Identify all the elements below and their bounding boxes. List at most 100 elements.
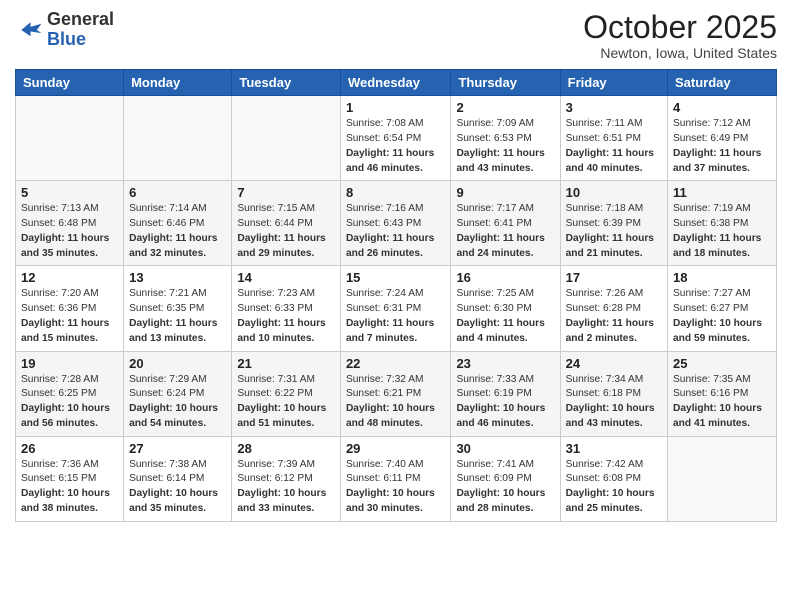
day-number: 31 bbox=[566, 441, 662, 456]
table-row: 21 Sunrise: 7:31 AMSunset: 6:22 PMDayligh… bbox=[232, 351, 341, 436]
table-row: 29 Sunrise: 7:40 AMSunset: 6:11 PMDayligh… bbox=[340, 436, 451, 521]
table-row: 14 Sunrise: 7:23 AMSunset: 6:33 PMDayligh… bbox=[232, 266, 341, 351]
table-row bbox=[16, 96, 124, 181]
cell-content: Sunrise: 7:18 AMSunset: 6:39 PMDaylight:… bbox=[566, 202, 662, 261]
day-number: 17 bbox=[566, 270, 662, 285]
day-number: 25 bbox=[673, 356, 771, 371]
logo: General Blue bbox=[15, 10, 114, 50]
cell-content: Sunrise: 7:36 AMSunset: 6:15 PMDaylight:… bbox=[21, 458, 118, 517]
day-number: 15 bbox=[346, 270, 446, 285]
cell-content: Sunrise: 7:40 AMSunset: 6:11 PMDaylight:… bbox=[346, 458, 446, 517]
table-row: 16Sunrise: 7:25 AMSunset: 6:30 PMDayligh… bbox=[451, 266, 560, 351]
day-number: 11 bbox=[673, 185, 771, 200]
table-row: 27 Sunrise: 7:38 AMSunset: 6:14 PMDayligh… bbox=[124, 436, 232, 521]
table-row bbox=[124, 96, 232, 181]
header-monday: Monday bbox=[124, 70, 232, 96]
cell-content: Sunrise: 7:19 AMSunset: 6:38 PMDaylight:… bbox=[673, 202, 771, 261]
day-number: 2 bbox=[456, 100, 554, 115]
day-number: 20 bbox=[129, 356, 226, 371]
table-row: 26 Sunrise: 7:36 AMSunset: 6:15 PMDayligh… bbox=[16, 436, 124, 521]
cell-content: Sunrise: 7:16 AMSunset: 6:43 PMDaylight:… bbox=[346, 202, 446, 261]
day-number: 3 bbox=[566, 100, 662, 115]
header-tuesday: Tuesday bbox=[232, 70, 341, 96]
table-row: 11 Sunrise: 7:19 AMSunset: 6:38 PMDayligh… bbox=[668, 181, 777, 266]
day-number: 7 bbox=[237, 185, 335, 200]
calendar-week-row: 19Sunrise: 7:28 AMSunset: 6:25 PMDayligh… bbox=[16, 351, 777, 436]
header-wednesday: Wednesday bbox=[340, 70, 451, 96]
table-row: 17Sunrise: 7:26 AMSunset: 6:28 PMDayligh… bbox=[560, 266, 667, 351]
table-row: 9Sunrise: 7:17 AMSunset: 6:41 PMDaylight… bbox=[451, 181, 560, 266]
cell-content: Sunrise: 7:09 AMSunset: 6:53 PMDaylight:… bbox=[456, 117, 554, 176]
logo-general-text: General bbox=[47, 9, 114, 29]
cell-content: Sunrise: 7:13 AMSunset: 6:48 PMDaylight:… bbox=[21, 202, 118, 261]
day-number: 16 bbox=[456, 270, 554, 285]
day-number: 24 bbox=[566, 356, 662, 371]
table-row: 7 Sunrise: 7:15 AMSunset: 6:44 PMDaylight… bbox=[232, 181, 341, 266]
header-sunday: Sunday bbox=[16, 70, 124, 96]
cell-content: Sunrise: 7:14 AMSunset: 6:46 PMDaylight:… bbox=[129, 202, 226, 261]
cell-content: Sunrise: 7:17 AMSunset: 6:41 PMDaylight:… bbox=[456, 202, 554, 261]
table-row: 30Sunrise: 7:41 AMSunset: 6:09 PMDayligh… bbox=[451, 436, 560, 521]
day-number: 10 bbox=[566, 185, 662, 200]
table-row: 10 Sunrise: 7:18 AMSunset: 6:39 PMDayligh… bbox=[560, 181, 667, 266]
header-thursday: Thursday bbox=[451, 70, 560, 96]
table-row: 23 Sunrise: 7:33 AMSunset: 6:19 PMDayligh… bbox=[451, 351, 560, 436]
location: Newton, Iowa, United States bbox=[583, 45, 777, 61]
day-number: 30 bbox=[456, 441, 554, 456]
calendar-week-row: 5 Sunrise: 7:13 AMSunset: 6:48 PMDaylight… bbox=[16, 181, 777, 266]
calendar-table: Sunday Monday Tuesday Wednesday Thursday… bbox=[15, 69, 777, 522]
cell-content: Sunrise: 7:38 AMSunset: 6:14 PMDaylight:… bbox=[129, 458, 226, 517]
cell-content: Sunrise: 7:20 AMSunset: 6:36 PMDaylight:… bbox=[21, 287, 118, 346]
cell-content: Sunrise: 7:28 AMSunset: 6:25 PMDaylight:… bbox=[21, 373, 118, 432]
table-row: 20 Sunrise: 7:29 AMSunset: 6:24 PMDayligh… bbox=[124, 351, 232, 436]
cell-content: Sunrise: 7:27 AMSunset: 6:27 PMDaylight:… bbox=[673, 287, 771, 346]
day-number: 29 bbox=[346, 441, 446, 456]
cell-content: Sunrise: 7:34 AMSunset: 6:18 PMDaylight:… bbox=[566, 373, 662, 432]
cell-content: Sunrise: 7:29 AMSunset: 6:24 PMDaylight:… bbox=[129, 373, 226, 432]
day-number: 23 bbox=[456, 356, 554, 371]
day-number: 12 bbox=[21, 270, 118, 285]
table-row: 1Sunrise: 7:08 AMSunset: 6:54 PMDaylight… bbox=[340, 96, 451, 181]
calendar-week-row: 26 Sunrise: 7:36 AMSunset: 6:15 PMDayligh… bbox=[16, 436, 777, 521]
day-number: 14 bbox=[237, 270, 335, 285]
table-row bbox=[232, 96, 341, 181]
weekday-header-row: Sunday Monday Tuesday Wednesday Thursday… bbox=[16, 70, 777, 96]
header: General Blue October 2025 Newton, Iowa, … bbox=[15, 10, 777, 61]
day-number: 28 bbox=[237, 441, 335, 456]
cell-content: Sunrise: 7:15 AMSunset: 6:44 PMDaylight:… bbox=[237, 202, 335, 261]
table-row: 25 Sunrise: 7:35 AMSunset: 6:16 PMDayligh… bbox=[668, 351, 777, 436]
day-number: 18 bbox=[673, 270, 771, 285]
day-number: 4 bbox=[673, 100, 771, 115]
table-row: 18 Sunrise: 7:27 AMSunset: 6:27 PMDayligh… bbox=[668, 266, 777, 351]
table-row: 6Sunrise: 7:14 AMSunset: 6:46 PMDaylight… bbox=[124, 181, 232, 266]
calendar-week-row: 12 Sunrise: 7:20 AMSunset: 6:36 PMDayligh… bbox=[16, 266, 777, 351]
cell-content: Sunrise: 7:35 AMSunset: 6:16 PMDaylight:… bbox=[673, 373, 771, 432]
page: General Blue October 2025 Newton, Iowa, … bbox=[0, 0, 792, 612]
table-row: 3 Sunrise: 7:11 AMSunset: 6:51 PMDaylight… bbox=[560, 96, 667, 181]
table-row: 22Sunrise: 7:32 AMSunset: 6:21 PMDayligh… bbox=[340, 351, 451, 436]
logo-icon bbox=[15, 16, 43, 44]
table-row: 5 Sunrise: 7:13 AMSunset: 6:48 PMDaylight… bbox=[16, 181, 124, 266]
day-number: 26 bbox=[21, 441, 118, 456]
day-number: 8 bbox=[346, 185, 446, 200]
table-row: 31Sunrise: 7:42 AMSunset: 6:08 PMDayligh… bbox=[560, 436, 667, 521]
logo-blue-text: Blue bbox=[47, 29, 86, 49]
cell-content: Sunrise: 7:11 AMSunset: 6:51 PMDaylight:… bbox=[566, 117, 662, 176]
table-row: 8 Sunrise: 7:16 AMSunset: 6:43 PMDaylight… bbox=[340, 181, 451, 266]
day-number: 5 bbox=[21, 185, 118, 200]
cell-content: Sunrise: 7:24 AMSunset: 6:31 PMDaylight:… bbox=[346, 287, 446, 346]
cell-content: Sunrise: 7:23 AMSunset: 6:33 PMDaylight:… bbox=[237, 287, 335, 346]
table-row: 19Sunrise: 7:28 AMSunset: 6:25 PMDayligh… bbox=[16, 351, 124, 436]
table-row: 24 Sunrise: 7:34 AMSunset: 6:18 PMDayligh… bbox=[560, 351, 667, 436]
cell-content: Sunrise: 7:32 AMSunset: 6:21 PMDaylight:… bbox=[346, 373, 446, 432]
header-saturday: Saturday bbox=[668, 70, 777, 96]
cell-content: Sunrise: 7:31 AMSunset: 6:22 PMDaylight:… bbox=[237, 373, 335, 432]
calendar-week-row: 1Sunrise: 7:08 AMSunset: 6:54 PMDaylight… bbox=[16, 96, 777, 181]
cell-content: Sunrise: 7:12 AMSunset: 6:49 PMDaylight:… bbox=[673, 117, 771, 176]
cell-content: Sunrise: 7:39 AMSunset: 6:12 PMDaylight:… bbox=[237, 458, 335, 517]
cell-content: Sunrise: 7:21 AMSunset: 6:35 PMDaylight:… bbox=[129, 287, 226, 346]
cell-content: Sunrise: 7:33 AMSunset: 6:19 PMDaylight:… bbox=[456, 373, 554, 432]
day-number: 27 bbox=[129, 441, 226, 456]
title-block: October 2025 Newton, Iowa, United States bbox=[583, 10, 777, 61]
day-number: 21 bbox=[237, 356, 335, 371]
